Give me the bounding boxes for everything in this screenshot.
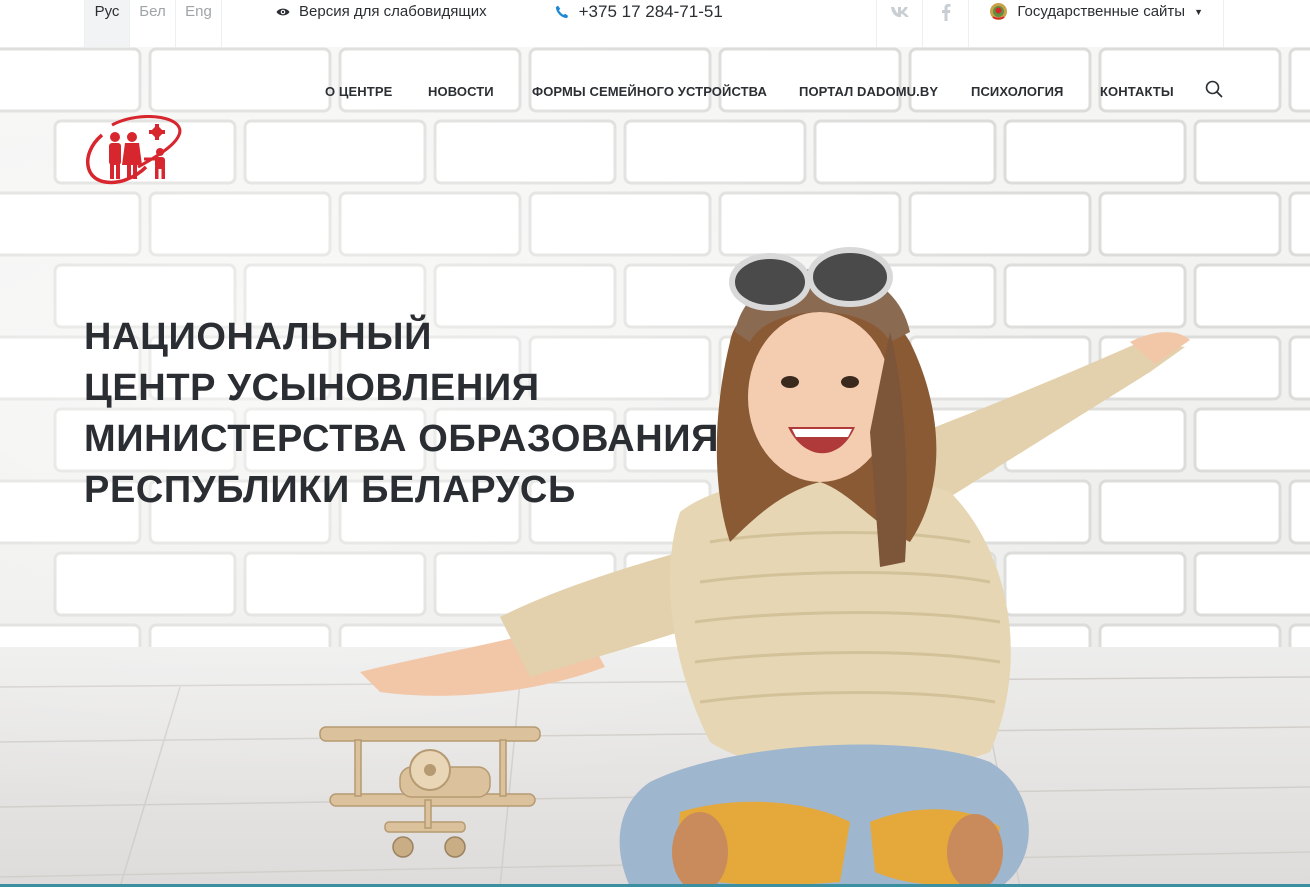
phone-icon: [555, 5, 568, 18]
gov-sites-label: Государственные сайты: [1017, 3, 1186, 20]
vk-link[interactable]: [876, 0, 922, 47]
top-bar-inner: Рус Бел Eng Версия для слабовидящих +375…: [84, 0, 1224, 47]
vk-icon: [890, 6, 909, 17]
lang-ru-label: Рус: [94, 3, 120, 20]
search-icon[interactable]: [1205, 80, 1223, 98]
emblem-icon: [990, 3, 1008, 20]
lang-be-label: Бел: [139, 3, 166, 20]
site-logo[interactable]: [82, 115, 184, 187]
top-bar-spacer: [723, 0, 877, 47]
low-vision-link[interactable]: Версия для слабовидящих: [276, 0, 487, 47]
gov-sites-dropdown[interactable]: Государственные сайты ▼: [968, 0, 1224, 47]
hero-title-line: ЦЕНТР УСЫНОВЛЕНИЯ: [84, 367, 540, 409]
nav-item-psychology[interactable]: ПСИХОЛОГИЯ: [971, 84, 1064, 99]
nav-item-about[interactable]: О ЦЕНТРЕ: [325, 84, 392, 99]
facebook-link[interactable]: [922, 0, 968, 47]
chevron-down-icon: ▼: [1194, 6, 1203, 17]
hero-title: НАЦИОНАЛЬНЫЙ ЦЕНТР УСЫНОВЛЕНИЯ МИНИСТЕРС…: [84, 312, 719, 516]
lang-ru[interactable]: Рус: [84, 0, 130, 47]
nav-item-news[interactable]: НОВОСТИ: [428, 84, 494, 99]
facebook-icon: [941, 3, 951, 21]
phone-link[interactable]: +375 17 284-71-51: [555, 0, 723, 47]
eye-icon: [276, 8, 290, 15]
hero-title-line: НАЦИОНАЛЬНЫЙ: [84, 316, 432, 358]
nav-item-contacts[interactable]: КОНТАКТЫ: [1100, 84, 1174, 99]
nav-item-dadomu-portal[interactable]: ПОРТАЛ DADOMU.BY: [799, 84, 938, 99]
hero-title-line: МИНИСТЕРСТВА ОБРАЗОВАНИЯ: [84, 418, 720, 460]
nav-item-family-forms[interactable]: ФОРМЫ СЕМЕЙНОГО УСТРОЙСТВА: [532, 84, 767, 99]
lang-en[interactable]: Eng: [176, 0, 222, 47]
low-vision-label: Версия для слабовидящих: [299, 3, 487, 20]
lang-en-label: Eng: [185, 3, 212, 20]
hero-title-line: РЕСПУБЛИКИ БЕЛАРУСЬ: [84, 469, 576, 511]
main-nav: О ЦЕНТРЕ НОВОСТИ ФОРМЫ СЕМЕЙНОГО УСТРОЙС…: [0, 80, 1310, 104]
top-bar: Рус Бел Eng Версия для слабовидящих +375…: [0, 0, 1310, 47]
hero-banner: НАЦИОНАЛЬНЫЙ ЦЕНТР УСЫНОВЛЕНИЯ МИНИСТЕРС…: [0, 47, 1310, 887]
lang-be[interactable]: Бел: [130, 0, 176, 47]
phone-number: +375 17 284-71-51: [578, 1, 723, 21]
